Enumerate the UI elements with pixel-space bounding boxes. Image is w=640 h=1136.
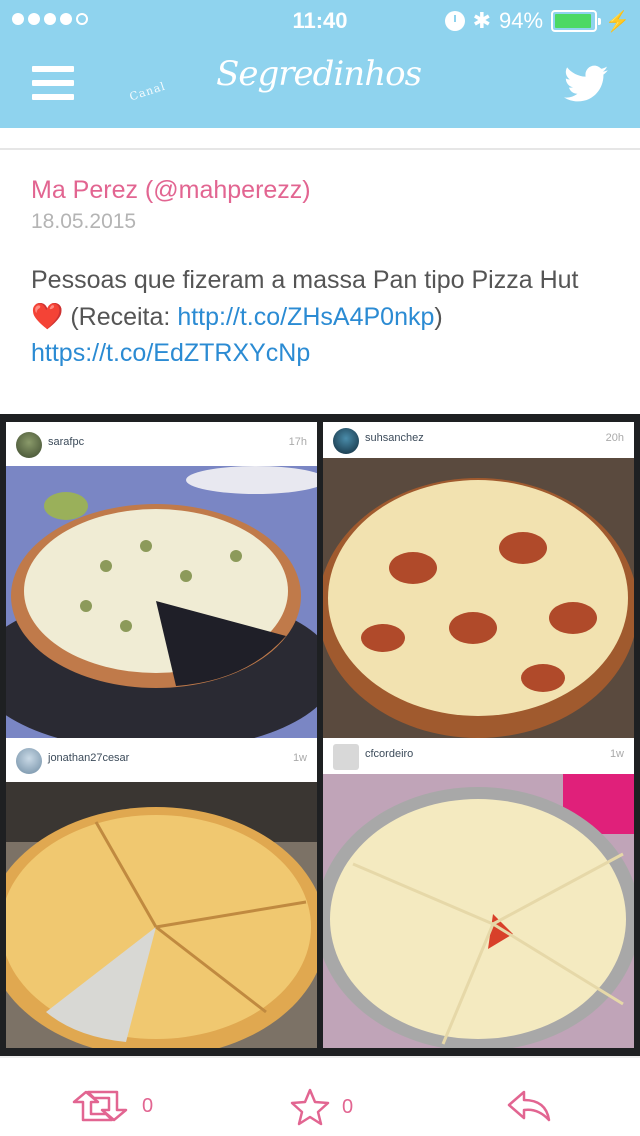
reply-icon — [507, 1090, 551, 1122]
avatar — [333, 428, 359, 454]
nav-bar: Canal Segredinhos — [0, 40, 640, 128]
app-logo: Canal Segredinhos — [127, 54, 422, 104]
favorite-count: 0 — [342, 1095, 354, 1118]
avatar — [333, 744, 359, 770]
action-bar: 0 0 — [0, 1072, 640, 1136]
image-collage[interactable]: sarafpc 17h suhsanchez 20h jonathan27ces… — [0, 414, 640, 1056]
collage-time: 1w — [292, 752, 307, 764]
divider — [0, 148, 640, 150]
top-bar: 11:40 ✱ 94% ⚡ Canal Segredinhos — [0, 0, 640, 128]
heart-emoji: ❤️ — [31, 301, 64, 331]
collage-item[interactable]: suhsanchez 20h — [323, 422, 634, 738]
avatar — [16, 432, 42, 458]
retweet-icon — [72, 1090, 128, 1122]
favorite-button[interactable]: 0 — [290, 1088, 353, 1126]
collage-username: suhsanchez — [365, 432, 424, 444]
collage-time: 20h — [605, 432, 624, 444]
post-author[interactable]: Ma Perez (@mahperezz) — [31, 176, 311, 205]
post-text-close: ) — [434, 303, 443, 331]
battery-percent: 94% — [499, 8, 544, 33]
star-icon — [290, 1088, 330, 1126]
pizza-photo — [6, 782, 317, 1048]
alarm-icon — [444, 11, 465, 31]
pizza-photo — [323, 774, 634, 1048]
twitter-icon[interactable] — [564, 64, 608, 104]
collage-username: sarafpc — [48, 436, 85, 448]
post-date: 18.05.2015 — [31, 210, 137, 233]
collage-username: cfcordeiro — [365, 748, 414, 760]
collage-time: 17h — [288, 436, 307, 448]
pizza-photo — [6, 466, 317, 738]
retweet-count: 0 — [142, 1094, 154, 1117]
battery-icon — [551, 10, 602, 32]
status-bar: 11:40 ✱ 94% ⚡ — [0, 0, 640, 40]
collage-item[interactable]: cfcordeiro 1w — [323, 738, 634, 1048]
divider — [0, 1056, 640, 1058]
post-body: Pessoas que fizeram a massa Pan tipo Piz… — [31, 262, 611, 371]
bluetooth-icon: ✱ — [472, 8, 492, 33]
charging-icon: ⚡ — [605, 10, 630, 33]
collage-item[interactable]: sarafpc 17h — [6, 422, 317, 738]
collage-item[interactable]: jonathan27cesar 1w — [6, 738, 317, 1048]
collage-username: jonathan27cesar — [48, 752, 130, 764]
post-link-image[interactable]: https://t.co/EdZTRXYcNp — [31, 339, 310, 367]
post-text: Pessoas que fizeram a massa Pan tipo Piz… — [31, 266, 579, 294]
collage-time: 1w — [609, 748, 624, 760]
reply-button[interactable] — [506, 1088, 552, 1124]
retweet-button[interactable]: 0 — [70, 1088, 153, 1124]
pizza-photo — [323, 458, 634, 738]
post-link-recipe[interactable]: http://t.co/ZHsA4P0nkp — [177, 303, 434, 331]
post-text-receita: (Receita: — [63, 303, 178, 331]
avatar — [16, 748, 42, 774]
